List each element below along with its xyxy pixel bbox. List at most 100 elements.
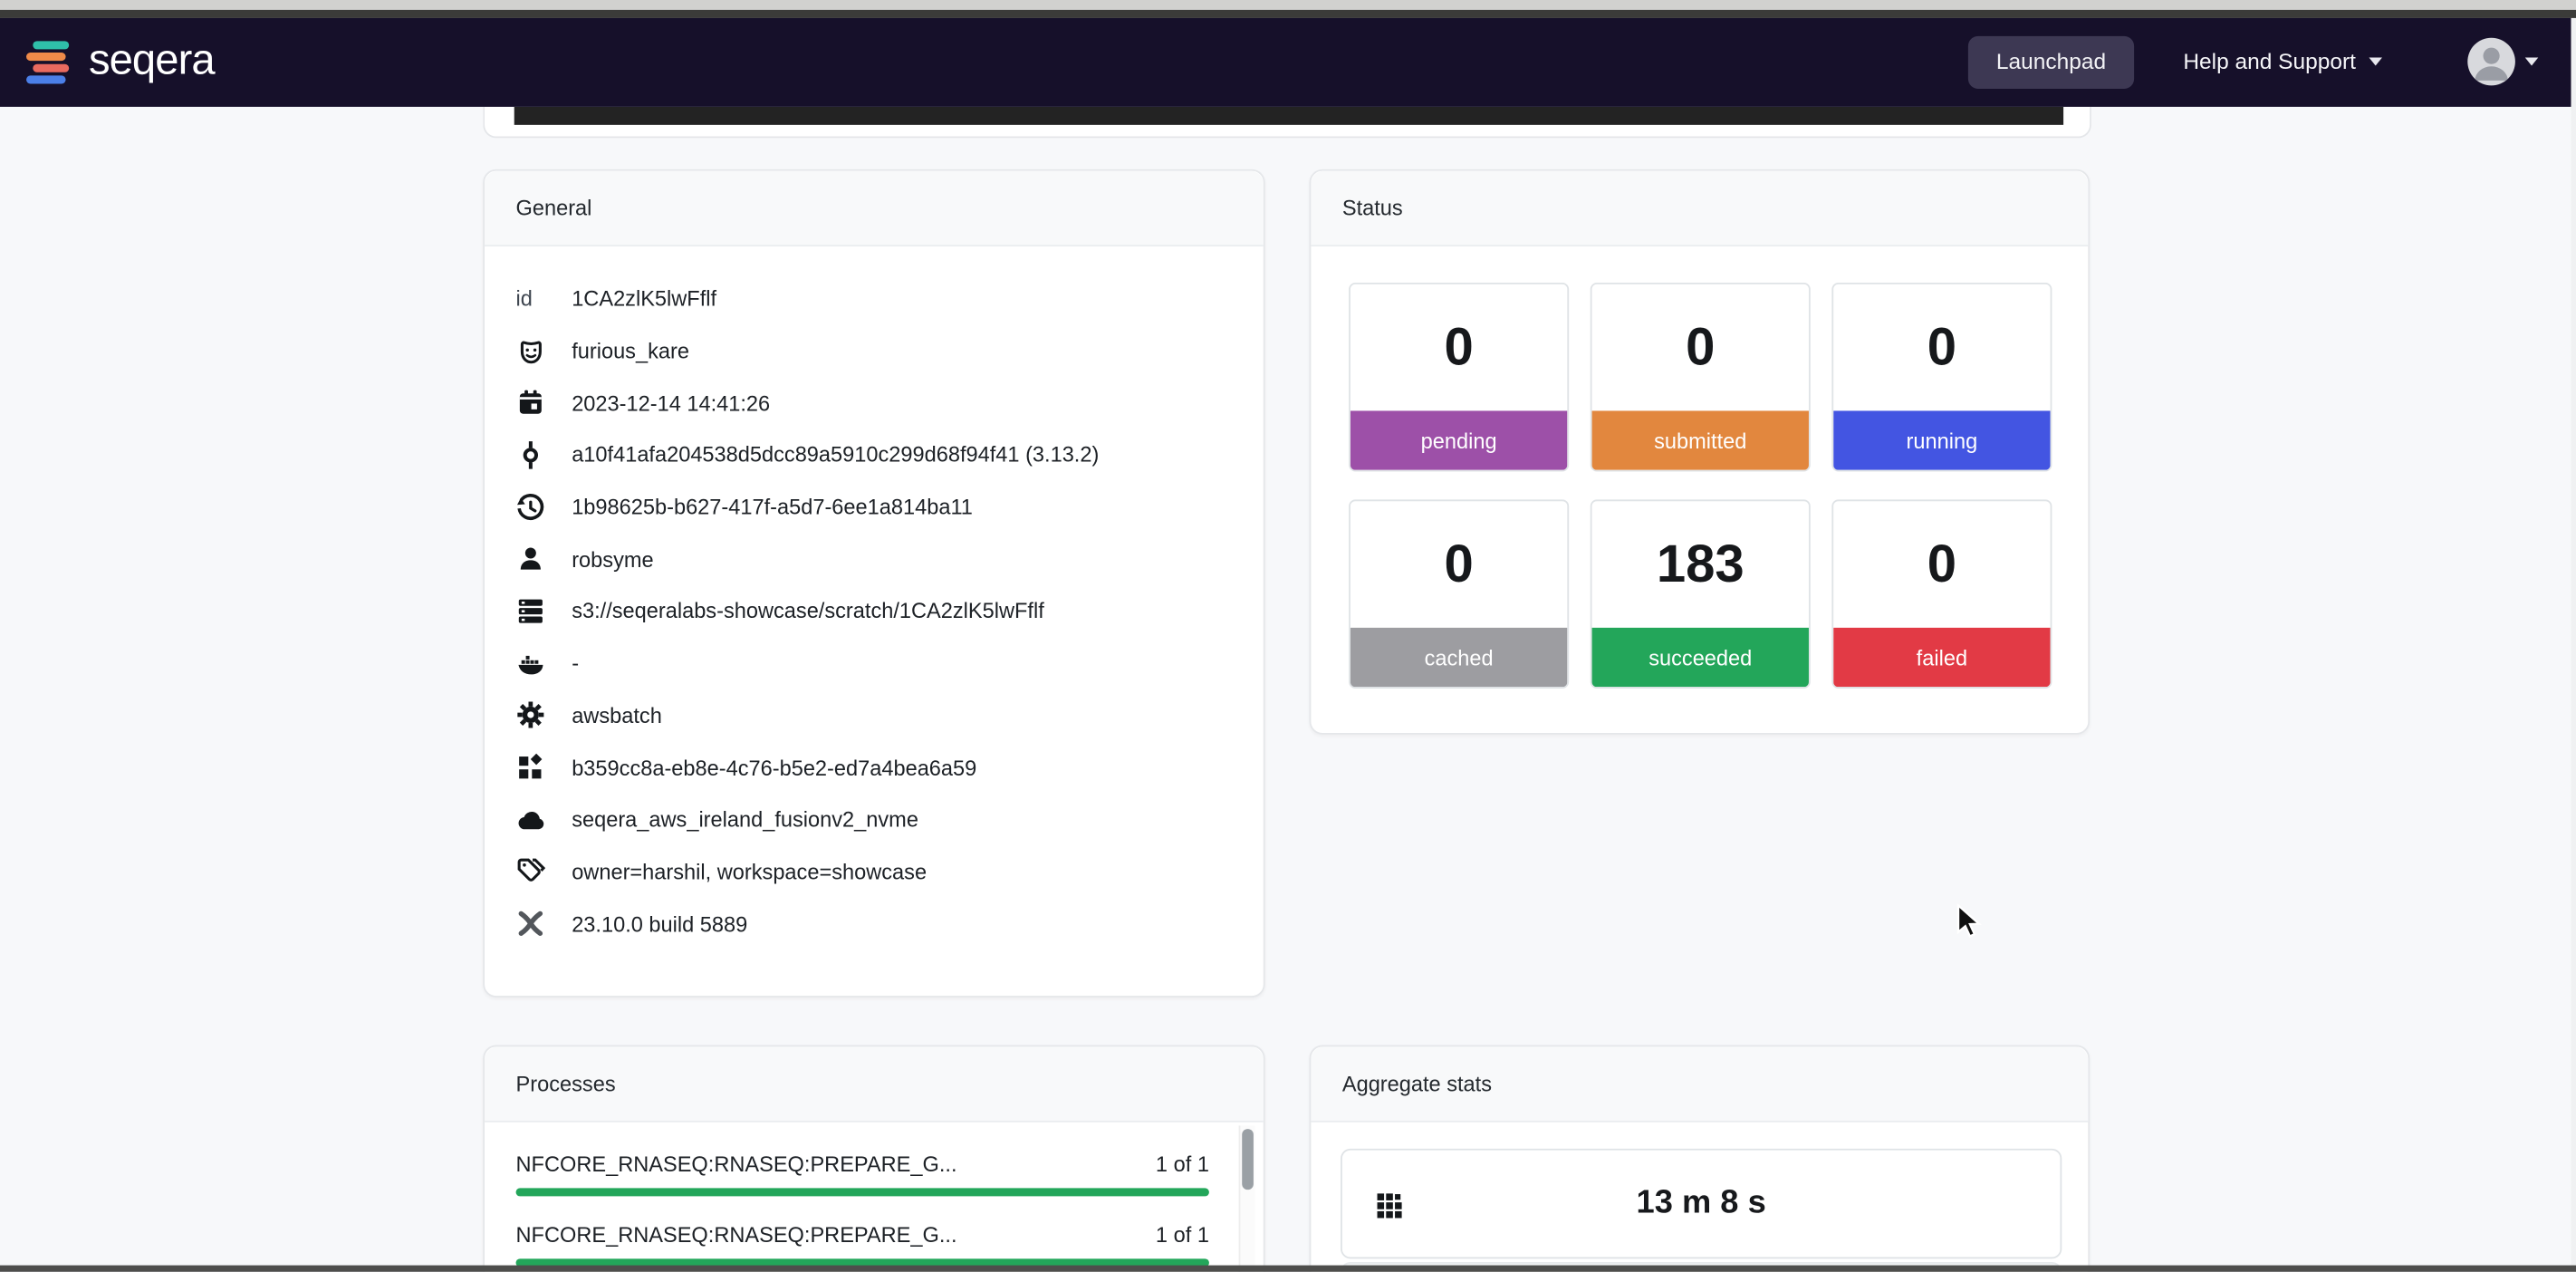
general-row-workdir: s3://seqeralabs-showcase/scratch/1CA2zlK… [485, 585, 1264, 637]
seqera-logo-icon [26, 41, 69, 83]
status-tile-pending[interactable]: 0 pending [1349, 283, 1569, 472]
aggregate-title: Aggregate stats [1342, 1072, 1492, 1096]
start-date-value: 2023-12-14 14:41:26 [572, 390, 770, 415]
walltime-value: 13 m 8 s [1637, 1185, 1766, 1223]
aggregate-body: 13 m 8 s [1311, 1123, 2088, 1272]
running-label: running [1833, 410, 2050, 469]
status-tile-submitted[interactable]: 0 submitted [1591, 283, 1811, 472]
mouse-cursor [1956, 904, 1983, 940]
app-viewport: seqera Launchpad Help and Support [0, 0, 2576, 1272]
code-block-remnant [514, 106, 2063, 125]
general-row-commit: a10f41afa204538d5dcc89a5910c299d68f94f41… [485, 429, 1264, 481]
walltime-stat-box: 13 m 8 s [1341, 1149, 2062, 1259]
general-row-session: 1b98625b-b627-417f-a5d7-6ee1a814ba11 [485, 481, 1264, 533]
general-card-header: General [485, 171, 1264, 246]
help-label: Help and Support [2183, 50, 2356, 74]
process-progress-bar [516, 1188, 1209, 1196]
compute-env-id-value: b359cc8a-eb8e-4c76-b5e2-ed7a4bea6a59 [572, 755, 976, 779]
general-row-compute-env-name: seqera_aws_ireland_fusionv2_nvme [485, 794, 1264, 845]
status-card-header: Status [1311, 171, 2088, 246]
status-tile-running[interactable]: 0 running [1831, 283, 2052, 472]
submitted-label: submitted [1592, 410, 1809, 469]
history-icon [516, 492, 546, 522]
general-card: General id 1CA2zlK5lwFflf furious_kare 2… [483, 169, 1264, 997]
scrolled-card-remnant [483, 106, 2091, 138]
submitted-count: 0 [1592, 284, 1809, 411]
cloud-icon [516, 805, 546, 834]
chevron-down-icon [2525, 58, 2539, 66]
launchpad-button[interactable]: Launchpad [1968, 35, 2134, 88]
processes-scrollbar [1239, 1125, 1255, 1271]
top-navbar: seqera Launchpad Help and Support [0, 17, 2571, 107]
status-card: Status 0 pending 0 submitted 0 running 0… [1310, 169, 2091, 735]
chevron-down-icon [2369, 58, 2382, 66]
seqera-brand[interactable]: seqera [26, 41, 215, 83]
status-tile-succeeded[interactable]: 183 succeeded [1591, 499, 1811, 689]
failed-label: failed [1833, 628, 2050, 687]
aggregate-card-header: Aggregate stats [1311, 1046, 2088, 1122]
pending-count: 0 [1350, 284, 1567, 411]
avatar [2467, 38, 2515, 86]
window-right-edge [2571, 17, 2576, 1272]
processes-card: Processes NFCORE_RNASEQ:RNASEQ:PREPARE_G… [483, 1046, 1264, 1272]
general-row-runname: furious_kare [485, 325, 1264, 377]
window-edge-strip [0, 10, 2576, 17]
process-name: NFCORE_RNASEQ:RNASEQ:PREPARE_G... [516, 1222, 957, 1247]
succeeded-label: succeeded [1592, 628, 1809, 687]
status-grid: 0 pending 0 submitted 0 running 0 cached… [1349, 283, 2049, 689]
compute-env-name-value: seqera_aws_ireland_fusionv2_nvme [572, 807, 918, 832]
pending-label: pending [1350, 410, 1567, 469]
commit-value: a10f41afa204538d5dcc89a5910c299d68f94f41… [572, 443, 1099, 467]
general-row-id: id 1CA2zlK5lwFflf [485, 273, 1264, 324]
status-tile-failed[interactable]: 0 failed [1831, 499, 2052, 689]
session-id-value: 1b98625b-b627-417f-a5d7-6ee1a814ba11 [572, 495, 973, 519]
gear-icon [516, 700, 546, 730]
workdir-value: s3://seqeralabs-showcase/scratch/1CA2zlK… [572, 599, 1044, 623]
process-progress-label: 1 of 1 [1156, 1222, 1209, 1247]
cached-count: 0 [1350, 501, 1567, 628]
general-row-start-date: 2023-12-14 14:41:26 [485, 377, 1264, 429]
person-icon [2467, 38, 2515, 86]
general-row-executor: awsbatch [485, 689, 1264, 741]
tags-icon [516, 857, 546, 887]
general-row-nextflow-version: 23.10.0 build 5889 [485, 898, 1264, 949]
process-item[interactable]: NFCORE_RNASEQ:RNASEQ:PREPARE_G... 1 of 1 [516, 1222, 1209, 1267]
status-title: Status [1342, 196, 1403, 220]
help-and-support-menu[interactable]: Help and Support [2183, 50, 2382, 74]
nextflow-icon [516, 909, 546, 939]
brand-text: seqera [89, 38, 215, 81]
workdir-icon [516, 596, 546, 626]
window-bottom-edge [0, 1266, 2576, 1272]
status-tile-cached[interactable]: 0 cached [1349, 499, 1569, 689]
cached-label: cached [1350, 628, 1567, 687]
executor-value: awsbatch [572, 703, 662, 728]
process-name: NFCORE_RNASEQ:RNASEQ:PREPARE_G... [516, 1152, 957, 1176]
run-name-value: furious_kare [572, 339, 689, 363]
general-row-compute-env-id: b359cc8a-eb8e-4c76-b5e2-ed7a4bea6a59 [485, 741, 1264, 793]
general-body: id 1CA2zlK5lwFflf furious_kare 2023-12-1… [485, 246, 1264, 949]
labels-value: owner=harshil, workspace=showcase [572, 859, 927, 883]
user-icon [516, 544, 546, 574]
run-id-value: 1CA2zlK5lwFflf [572, 286, 716, 311]
general-row-labels: owner=harshil, workspace=showcase [485, 845, 1264, 897]
user-menu[interactable] [2467, 38, 2538, 86]
failed-count: 0 [1833, 501, 2050, 628]
window-top-strip [0, 0, 2576, 10]
compute-env-icon [516, 753, 546, 783]
process-item[interactable]: NFCORE_RNASEQ:RNASEQ:PREPARE_G... 1 of 1 [516, 1152, 1209, 1196]
processes-title: Processes [516, 1072, 616, 1096]
nextflow-version-value: 23.10.0 build 5889 [572, 911, 747, 936]
stage: seqera Launchpad Help and Support [0, 0, 2576, 1272]
calendar-icon [516, 388, 546, 418]
waffle-icon [1375, 1191, 1403, 1228]
commit-icon [516, 440, 546, 470]
process-progress-label: 1 of 1 [1156, 1152, 1209, 1176]
general-row-user: robsyme [485, 533, 1264, 584]
running-count: 0 [1833, 284, 2050, 411]
general-title: General [516, 196, 592, 220]
succeeded-count: 183 [1592, 501, 1809, 628]
general-row-container: - [485, 637, 1264, 689]
masks-icon [516, 336, 546, 366]
username-value: robsyme [572, 547, 653, 572]
processes-scrollbar-thumb[interactable] [1242, 1129, 1254, 1190]
